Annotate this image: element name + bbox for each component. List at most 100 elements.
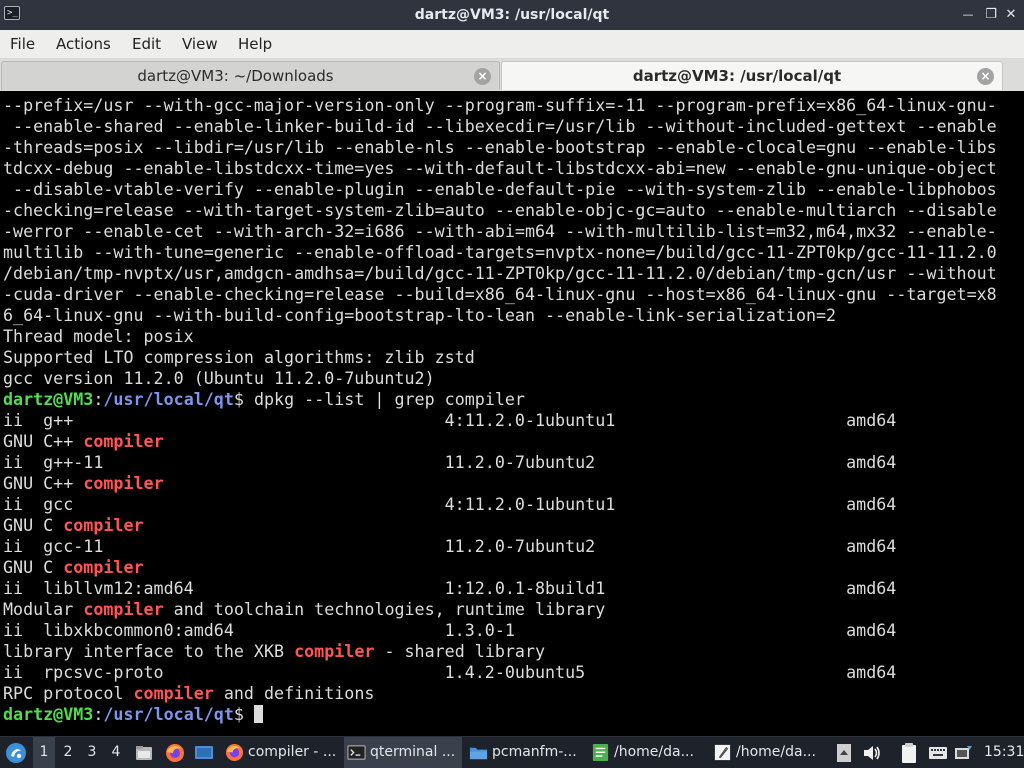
tab-label: dartz@VM3: ~/Downloads <box>137 67 334 85</box>
clipboard-applet[interactable] <box>897 737 921 768</box>
menu-actions[interactable]: Actions <box>55 30 112 58</box>
terminal-line: --prefix=/usr --with-gcc-major-version-o… <box>3 95 997 116</box>
terminal-line: library interface to the XKB compiler - … <box>3 641 997 662</box>
terminal-output[interactable]: --prefix=/usr --with-gcc-major-version-o… <box>0 93 1024 736</box>
terminal-line: GNU C compiler <box>3 515 997 536</box>
tab-usr-local-qt[interactable]: dartz@VM3: /usr/local/qt × <box>501 61 1003 90</box>
terminal-text-segment: gcc version 11.2.0 (Ubuntu 11.2.0-7ubunt… <box>3 369 435 388</box>
task-qterminal[interactable]: qterminal ... <box>344 737 462 768</box>
task-pcmanfm[interactable]: pcmanfm-... <box>466 737 584 768</box>
terminal-line: -checking=release --with-target-system-z… <box>3 200 997 221</box>
terminal-text-segment: --disable-vtable-verify --enable-plugin … <box>3 180 997 199</box>
terminal-line: Modular compiler and toolchain technolog… <box>3 599 997 620</box>
terminal-text-segment: /debian/tmp-nvptx/usr,amdgcn-amdhsa=/bui… <box>3 264 997 283</box>
terminal-line: -werror --enable-cet --with-arch-32=i686… <box>3 221 997 242</box>
prompt-path: /usr/local/qt <box>103 705 234 724</box>
match-highlight: compiler <box>294 642 375 661</box>
text-editor-icon <box>592 743 609 762</box>
show-desktop-button[interactable] <box>193 737 215 768</box>
terminal-text-segment: ii g++ 4:11.2.0-1ubuntu1 amd64 <box>3 411 897 430</box>
terminal-text-segment: GNU C <box>3 516 64 535</box>
terminal-text-segment: GNU C++ <box>3 474 84 493</box>
task-label: pcmanfm-... <box>492 744 577 760</box>
terminal-text-segment: GNU C++ <box>3 432 84 451</box>
task-label: /home/da... <box>614 744 694 760</box>
terminal-text-segment: GNU C <box>3 558 64 577</box>
close-window-button[interactable]: ✕ <box>1001 5 1021 25</box>
workspace-4[interactable]: 4 <box>105 737 127 768</box>
menu-file[interactable]: File <box>9 30 36 58</box>
maximize-icon: ❐ <box>985 7 997 22</box>
taskbar: 1 2 3 4 compiler - ... qterminal ... pcm… <box>0 736 1024 768</box>
terminal-line: ii rpcsvc-proto 1.4.2-0ubuntu5 amd64 <box>3 662 997 683</box>
terminal-text-segment: 6_64-linux-gnu --with-build-config=boots… <box>3 306 837 325</box>
folder-icon <box>469 747 488 760</box>
firefox-launcher[interactable] <box>164 737 186 768</box>
terminal-line: -cuda-driver --enable-checking=release -… <box>3 284 997 305</box>
terminal-text-segment: ii libxkbcommon0:amd64 1.3.0-1 amd64 <box>3 621 897 640</box>
tray-scroll-button[interactable] <box>834 737 854 768</box>
terminal-text-segment: ii rpcsvc-proto 1.4.2-0ubuntu5 amd64 <box>3 663 897 682</box>
terminal-text-segment: and definitions <box>213 684 375 703</box>
terminal-text-segment: and toolchain technologies, runtime libr… <box>163 600 606 619</box>
terminal-text-segment: -cuda-driver --enable-checking=release -… <box>3 285 997 304</box>
match-highlight: compiler <box>83 474 164 493</box>
prompt-path: /usr/local/qt <box>103 390 234 409</box>
terminal-line: dartz@VM3:/usr/local/qt$ <box>3 704 997 725</box>
file-manager-launcher[interactable] <box>133 737 155 768</box>
prompt-user: dartz@VM3 <box>3 705 94 724</box>
terminal-text-segment: - shared library <box>374 642 546 661</box>
keyboard-applet[interactable] <box>927 737 949 768</box>
terminal-line: GNU C++ compiler <box>3 473 997 494</box>
terminal-line: ii gcc 4:11.2.0-1ubuntu1 amd64 <box>3 494 997 515</box>
terminal-line: /debian/tmp-nvptx/usr,amdgcn-amdhsa=/bui… <box>3 263 997 284</box>
terminal-line: gcc version 11.2.0 (Ubuntu 11.2.0-7ubunt… <box>3 368 997 389</box>
tab-close-icon[interactable]: × <box>474 68 491 85</box>
terminal-line: dartz@VM3:/usr/local/qt$ dpkg --list | g… <box>3 389 997 410</box>
terminal-text-segment: ii g++-11 11.2.0-7ubuntu2 amd64 <box>3 453 897 472</box>
network-applet[interactable] <box>952 737 974 768</box>
volume-control[interactable] <box>861 737 883 768</box>
terminal-line: GNU C compiler <box>3 557 997 578</box>
terminal-text-segment: ii gcc-11 11.2.0-7ubuntu2 amd64 <box>3 537 897 556</box>
workspace-2[interactable]: 2 <box>57 737 79 768</box>
window-title: dartz@VM3: /usr/local/qt <box>414 7 610 23</box>
close-icon: ✕ <box>1005 7 1017 22</box>
terminal-text-segment: --enable-shared --enable-linker-build-id… <box>3 117 997 136</box>
workspace-1[interactable]: 1 <box>33 737 55 768</box>
task-notepad[interactable]: /home/da... <box>710 737 828 768</box>
terminal-text-segment: ii libllvm12:amd64 1:12.0.1-8build1 amd6… <box>3 579 897 598</box>
terminal-line: -threads=posix --libdir=/usr/lib --enabl… <box>3 137 997 158</box>
match-highlight: compiler <box>83 432 164 451</box>
workspace-3[interactable]: 3 <box>81 737 103 768</box>
tab-label: dartz@VM3: /usr/local/qt <box>632 67 842 85</box>
terminal-line: ii gcc-11 11.2.0-7ubuntu2 amd64 <box>3 536 997 557</box>
task-label: /home/da... <box>736 744 816 760</box>
terminal-line: --enable-shared --enable-linker-build-id… <box>3 116 997 137</box>
terminal-line: GNU C++ compiler <box>3 431 997 452</box>
terminal-line: ii libxkbcommon0:amd64 1.3.0-1 amd64 <box>3 620 997 641</box>
menu-help[interactable]: Help <box>237 30 273 58</box>
maximize-button[interactable]: ❐ <box>981 5 1001 25</box>
start-menu-button[interactable] <box>4 737 28 768</box>
terminal-text-segment: $ <box>233 705 254 724</box>
clock[interactable]: 15:31 <box>984 737 1024 768</box>
terminal-text: --prefix=/usr --with-gcc-major-version-o… <box>3 95 997 725</box>
menu-edit[interactable]: Edit <box>131 30 162 58</box>
desktop-icon <box>195 746 213 759</box>
window-title-bar[interactable]: >_ dartz@VM3: /usr/local/qt — ❐ ✕ <box>0 0 1024 30</box>
menu-view[interactable]: View <box>181 30 219 58</box>
terminal-line: ii g++-11 11.2.0-7ubuntu2 amd64 <box>3 452 997 473</box>
task-firefox[interactable]: compiler - ... <box>222 737 340 768</box>
minimize-icon: — <box>962 8 974 21</box>
scroll-up-icon <box>837 744 851 762</box>
tab-close-icon[interactable]: × <box>977 68 994 85</box>
terminal-cursor <box>253 705 263 723</box>
terminal-line: Thread model: posix <box>3 326 997 347</box>
task-text-editor[interactable]: /home/da... <box>588 737 706 768</box>
tab-downloads[interactable]: dartz@VM3: ~/Downloads × <box>1 61 500 90</box>
terminal-text-segment: multilib --with-tune=generic --enable-of… <box>3 243 997 262</box>
minimize-button[interactable]: — <box>958 5 978 25</box>
terminal-text-segment: Thread model: posix <box>3 327 194 346</box>
clipboard-icon <box>902 743 916 763</box>
